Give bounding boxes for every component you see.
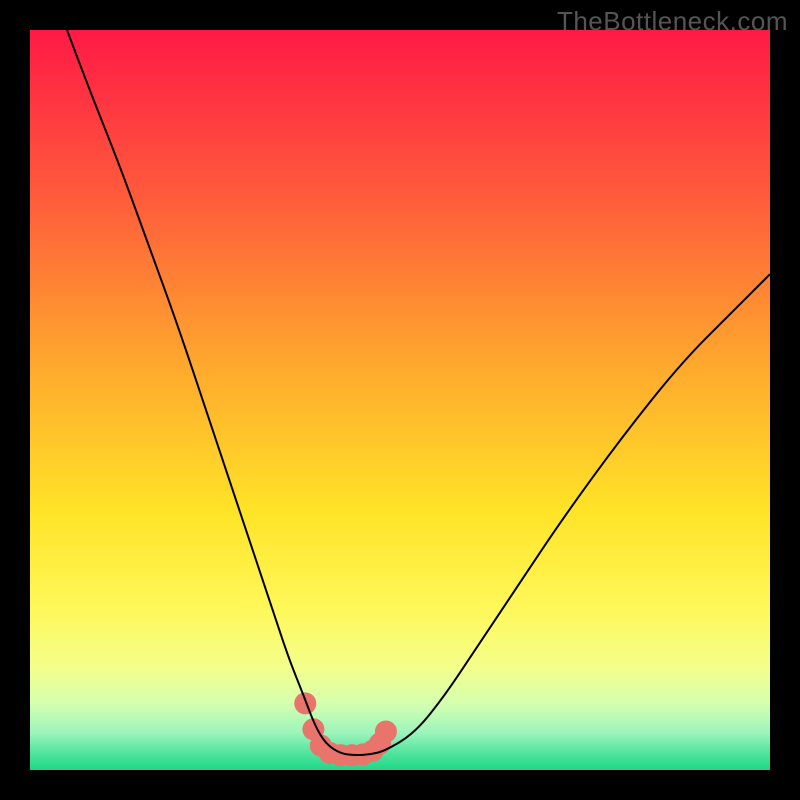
marker-band-group — [294, 692, 397, 766]
marker-point — [375, 720, 397, 742]
marker-point — [294, 692, 316, 714]
watermark-text: TheBottleneck.com — [557, 6, 788, 37]
chart-svg — [30, 30, 770, 770]
plot-area — [30, 30, 770, 770]
chart-frame: TheBottleneck.com — [0, 0, 800, 800]
bottleneck-curve — [67, 30, 770, 755]
